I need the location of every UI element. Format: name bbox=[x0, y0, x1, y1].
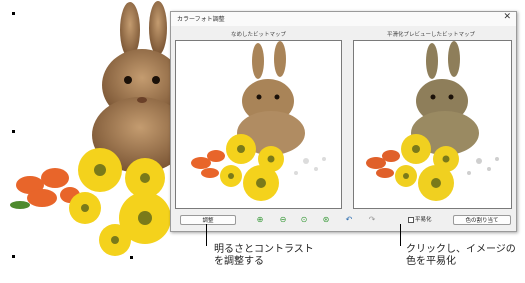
zoom-out-icon[interactable]: ⊖ bbox=[278, 215, 288, 225]
callout-line-smooth bbox=[400, 224, 401, 246]
smooth-checkbox-label: 平易化 bbox=[415, 217, 432, 223]
selection-handle[interactable] bbox=[12, 255, 15, 258]
callout-adjust-text: 明るさとコントラスト を調整する bbox=[214, 244, 314, 268]
callout-smooth-line2: 色を平易化 bbox=[406, 256, 456, 267]
close-icon[interactable]: ✕ bbox=[503, 12, 511, 22]
dialog-titlebar: カラーフォト調整 ✕ bbox=[171, 12, 516, 26]
right-panel-title: 平滑化プレビューしたビットマップ bbox=[386, 32, 475, 38]
smooth-checkbox[interactable] bbox=[408, 217, 414, 223]
redo-icon[interactable]: ↷ bbox=[367, 215, 377, 225]
original-bitmap-preview bbox=[175, 40, 342, 209]
smoothed-rabbit-image bbox=[366, 41, 499, 201]
adjust-button[interactable]: 調整 bbox=[180, 215, 236, 225]
callout-adjust-line1: 明るさとコントラスト bbox=[214, 244, 314, 255]
selection-handle[interactable] bbox=[12, 130, 15, 133]
left-panel-title: なめしたビットマップ bbox=[230, 32, 286, 38]
callout-smooth-text: クリックし、イメージの 色を平易化 bbox=[406, 244, 516, 268]
color-photo-dialog: カラーフォト調整 ✕ なめしたビットマップ 平滑化プレビューしたビットマップ 調… bbox=[170, 11, 517, 232]
smoothed-bitmap-preview bbox=[353, 40, 512, 209]
callout-adjust-line2: を調整する bbox=[214, 256, 264, 267]
reassign-colors-button[interactable]: 色の割り当て bbox=[453, 215, 511, 225]
zoom-in-icon[interactable]: ⊕ bbox=[255, 215, 265, 225]
zoom-fit-icon[interactable]: ⊙ bbox=[299, 215, 309, 225]
dialog-title: カラーフォト調整 bbox=[177, 16, 225, 23]
callout-line-adjust bbox=[206, 224, 207, 246]
selection-handle[interactable] bbox=[130, 256, 133, 259]
original-rabbit-image bbox=[191, 41, 326, 201]
selection-handle[interactable] bbox=[12, 12, 15, 15]
zoom-actual-icon[interactable]: ⊛ bbox=[321, 215, 331, 225]
undo-icon[interactable]: ↶ bbox=[344, 215, 354, 225]
callout-smooth-line1: クリックし、イメージの bbox=[406, 244, 516, 255]
